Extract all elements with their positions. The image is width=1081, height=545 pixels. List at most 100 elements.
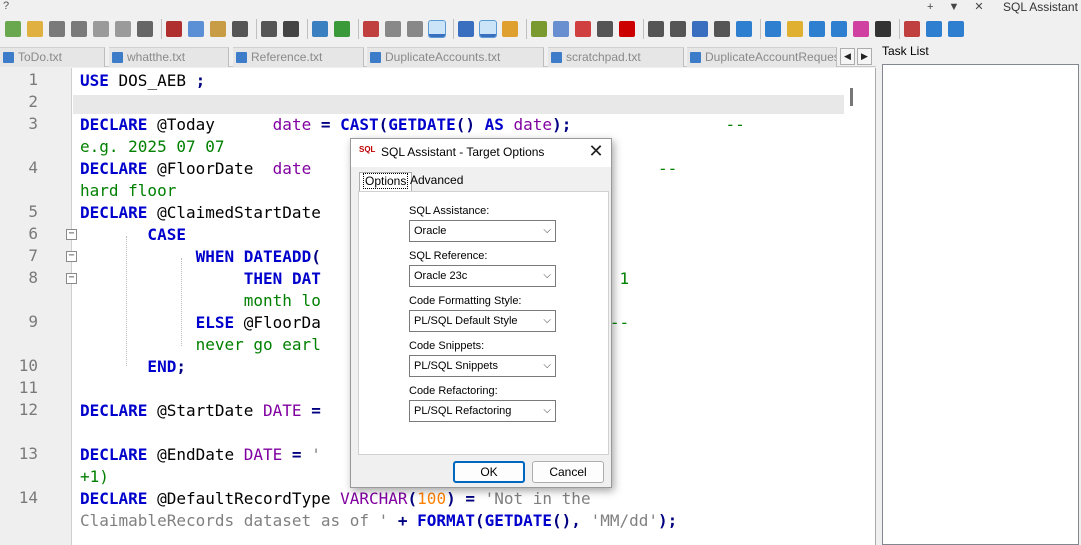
tab-duplicate-account-requests[interactable]: DuplicateAccountRequests bbox=[687, 47, 837, 67]
fold-toggle-icon[interactable]: − bbox=[66, 273, 77, 284]
copy-icon[interactable] bbox=[188, 21, 204, 37]
ok-button[interactable]: OK bbox=[453, 461, 525, 483]
code-token: AS bbox=[484, 115, 504, 134]
monitoring-icon[interactable] bbox=[597, 21, 613, 37]
play-macro-icon[interactable] bbox=[670, 21, 686, 37]
panel-controls[interactable]: + ▼ ✕ bbox=[927, 0, 990, 13]
line-number: 10 bbox=[18, 356, 38, 375]
code-token: ' bbox=[311, 445, 321, 464]
sql-assistance-select[interactable]: Oracle ⌵ bbox=[409, 220, 556, 242]
chevron-down-icon: ⌵ bbox=[543, 225, 551, 236]
tab-options[interactable]: Options bbox=[359, 172, 413, 192]
code-token: (), bbox=[552, 511, 591, 530]
sql-reference-select[interactable]: Oracle 23c ⌵ bbox=[409, 265, 556, 287]
toolbar-separator bbox=[760, 19, 761, 39]
formatting-style-value: PL/SQL Default Style bbox=[414, 315, 518, 327]
code-token: month lo bbox=[80, 291, 321, 310]
tab-bar: ToDo.txt whatthe.txt Reference.txt Dupli… bbox=[0, 47, 876, 67]
move-up-icon[interactable] bbox=[736, 21, 752, 37]
tab-label: whatthe.txt bbox=[127, 50, 186, 64]
tab-scroll-right-icon[interactable]: ▶ bbox=[857, 48, 872, 65]
tab-reference[interactable]: Reference.txt bbox=[233, 47, 364, 67]
toolbar-separator bbox=[161, 19, 162, 39]
sql-reference-value: Oracle 23c bbox=[414, 270, 468, 282]
doc-map-icon[interactable] bbox=[531, 21, 547, 37]
show-all-chars-icon[interactable] bbox=[458, 21, 474, 37]
help-icon[interactable]: ? bbox=[3, 0, 9, 12]
close-icon[interactable] bbox=[93, 21, 109, 37]
move-left-icon[interactable] bbox=[765, 21, 781, 37]
minimize-icon[interactable] bbox=[948, 21, 964, 37]
record-macro-icon[interactable] bbox=[619, 21, 635, 37]
zoom-in-icon[interactable] bbox=[334, 21, 350, 37]
list-icon[interactable] bbox=[926, 21, 942, 37]
dialog-close-icon[interactable]: ✕ bbox=[583, 141, 609, 163]
tab-duplicate-accounts[interactable]: DuplicateAccounts.txt bbox=[367, 47, 544, 67]
code-refactoring-select[interactable]: PL/SQL Refactoring ⌵ bbox=[409, 400, 556, 422]
task-list-box[interactable] bbox=[882, 64, 1079, 545]
new-file-icon[interactable] bbox=[5, 21, 21, 37]
run-macro-multiple-icon[interactable] bbox=[692, 21, 708, 37]
chevron-down-icon: ⌵ bbox=[543, 360, 551, 371]
save-all-icon[interactable] bbox=[71, 21, 87, 37]
file-icon bbox=[236, 52, 247, 63]
chevron-down-icon: ⌵ bbox=[543, 315, 551, 326]
word-wrap-icon[interactable] bbox=[428, 20, 446, 38]
sync-vertical-icon[interactable] bbox=[385, 21, 401, 37]
code-snippets-select[interactable]: PL/SQL Snippets ⌵ bbox=[409, 355, 556, 377]
tab-scratchpad[interactable]: scratchpad.txt bbox=[548, 47, 684, 67]
paste-icon[interactable] bbox=[210, 21, 226, 37]
tab-advanced[interactable]: Advanced bbox=[407, 172, 466, 191]
file-icon bbox=[551, 52, 562, 63]
toolbar bbox=[0, 16, 1081, 44]
open-file-icon[interactable] bbox=[27, 21, 43, 37]
scroll-thumb[interactable] bbox=[850, 88, 853, 106]
print-icon[interactable] bbox=[137, 21, 153, 37]
code-refactoring-value: PL/SQL Refactoring bbox=[414, 405, 512, 417]
function-list-icon[interactable] bbox=[553, 21, 569, 37]
indent-guide-icon[interactable] bbox=[479, 20, 497, 38]
close-all-icon[interactable] bbox=[115, 21, 131, 37]
plugin-colors-icon[interactable] bbox=[853, 21, 869, 37]
current-line-highlight bbox=[73, 95, 844, 114]
sync-horizontal-icon[interactable] bbox=[407, 21, 423, 37]
move-down-icon[interactable] bbox=[831, 21, 847, 37]
udl-icon[interactable] bbox=[502, 21, 518, 37]
tab-label: scratchpad.txt bbox=[566, 50, 641, 64]
code-token: date bbox=[272, 115, 312, 134]
fold-toggle-icon[interactable]: − bbox=[66, 229, 77, 240]
redo-icon[interactable] bbox=[261, 21, 277, 37]
stop-macro-icon[interactable] bbox=[648, 21, 664, 37]
save-macro-icon[interactable] bbox=[714, 21, 730, 37]
dialog-titlebar[interactable]: SQL SQL Assistant - Target Options ✕ bbox=[351, 139, 611, 167]
folder-workspace-icon[interactable] bbox=[575, 21, 591, 37]
compare-icon[interactable] bbox=[904, 21, 920, 37]
replace-icon[interactable] bbox=[312, 21, 328, 37]
save-icon[interactable] bbox=[49, 21, 65, 37]
code-token: DECLARE bbox=[80, 445, 148, 464]
cancel-button[interactable]: Cancel bbox=[532, 461, 604, 483]
fold-toggle-icon[interactable]: − bbox=[66, 251, 77, 262]
find-icon[interactable] bbox=[283, 21, 299, 37]
formatting-style-select[interactable]: PL/SQL Default Style ⌵ bbox=[409, 310, 556, 332]
zoom-out-icon[interactable] bbox=[363, 21, 379, 37]
code-token: @FloorDate bbox=[147, 159, 273, 178]
sql-assistance-value: Oracle bbox=[414, 225, 447, 237]
code-token: ( bbox=[474, 511, 485, 530]
tab-scroll-left-icon[interactable]: ◀ bbox=[840, 48, 855, 65]
code-token: +1) bbox=[80, 467, 109, 486]
bookmark-icon[interactable] bbox=[787, 21, 803, 37]
undo-icon[interactable] bbox=[232, 21, 248, 37]
code-token: = bbox=[311, 115, 341, 134]
code-token: GETDATE bbox=[388, 115, 456, 134]
tab-whatthe[interactable]: whatthe.txt bbox=[109, 47, 229, 67]
target-options-dialog: SQL SQL Assistant - Target Options ✕ Opt… bbox=[350, 138, 612, 488]
options-page: SQL Assistance: Oracle ⌵ SQL Reference: O… bbox=[358, 191, 609, 455]
formatting-style-label: Code Formatting Style: bbox=[409, 295, 522, 307]
cut-icon[interactable] bbox=[166, 21, 182, 37]
tab-todo[interactable]: ToDo.txt bbox=[0, 47, 105, 67]
close-x-icon[interactable] bbox=[875, 21, 891, 37]
code-token: END bbox=[80, 357, 177, 376]
move-right-icon[interactable] bbox=[809, 21, 825, 37]
code-token: 'Not in the bbox=[484, 489, 591, 508]
